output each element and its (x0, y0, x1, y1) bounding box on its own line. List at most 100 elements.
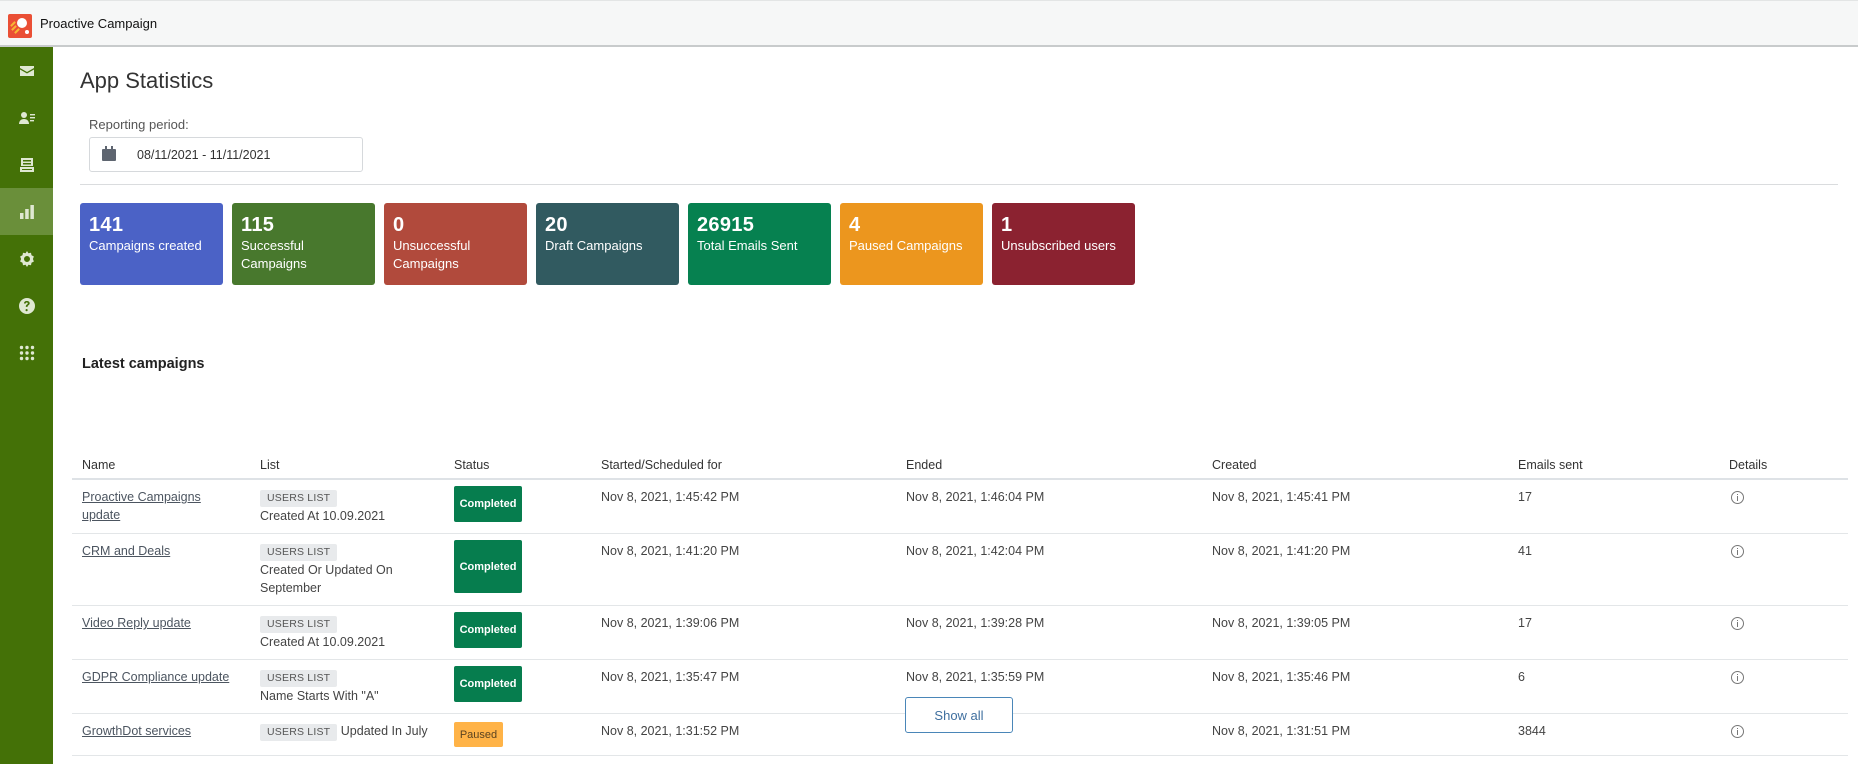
list-type-badge: USERS LIST (260, 490, 338, 507)
table-header-row: Name List Status Started/Scheduled for E… (72, 443, 1848, 480)
show-all-button[interactable]: Show all (905, 697, 1013, 733)
info-icon[interactable] (1731, 617, 1744, 630)
campaign-name-link[interactable]: Video Reply update (82, 616, 191, 630)
reporting-period-value: 08/11/2021 - 11/11/2021 (137, 148, 271, 162)
stat-label: Paused Campaigns (849, 238, 963, 253)
stat-value: 115 (241, 214, 275, 236)
status-badge: Completed (454, 666, 522, 702)
ended-cell: Nov 8, 2021, 1:39:28 PM (896, 605, 1202, 660)
sidebar-item-contacts[interactable] (0, 94, 53, 141)
divider (80, 184, 1838, 185)
created-cell: Nov 8, 2021, 1:41:20 PM (1202, 533, 1508, 606)
emails-sent-cell: 6 (1508, 659, 1719, 714)
list-description: Created Or Updated On September (260, 563, 393, 595)
emails-sent-cell: 41 (1508, 533, 1719, 606)
gear-icon (19, 250, 34, 267)
envelope-icon (19, 65, 34, 76)
emails-sent-cell: 17 (1508, 479, 1719, 534)
sidebar (0, 47, 53, 764)
campaign-name-link[interactable]: Proactive Campaigns update (82, 490, 201, 522)
latest-campaigns-title: Latest campaigns (82, 356, 205, 372)
list-type-badge: USERS LIST (260, 544, 338, 561)
table-row: Proactive Campaigns update USERS LIST Cre… (72, 479, 1848, 534)
column-header-name: Name (72, 443, 250, 480)
started-cell: Nov 8, 2021, 1:41:20 PM (591, 533, 896, 606)
status-badge: Completed (454, 612, 522, 648)
column-header-ended: Ended (896, 443, 1202, 480)
stat-value: 20 (545, 214, 568, 236)
status-badge: Completed (454, 540, 522, 593)
stat-label: Campaigns created (89, 238, 202, 253)
page-title: App Statistics (80, 68, 214, 93)
stat-label: Successful Campaigns (241, 238, 307, 271)
stat-value: 4 (849, 214, 861, 236)
stat-card[interactable]: 115 Successful Campaigns (232, 203, 375, 285)
app-title: Proactive Campaign (40, 16, 158, 31)
started-cell: Nov 8, 2021, 1:31:52 PM (591, 713, 896, 756)
reporting-period-picker[interactable]: 08/11/2021 - 11/11/2021 (89, 137, 363, 172)
user-list-icon (18, 111, 35, 124)
inbox-tray-icon (19, 157, 34, 172)
stat-card[interactable]: 1 Unsubscribed users (992, 203, 1135, 285)
campaign-name-link[interactable]: GrowthDot services (82, 724, 191, 738)
stat-value: 1 (1001, 214, 1013, 236)
table-row: CRM and Deals USERS LIST Created Or Updat… (72, 533, 1848, 606)
emails-sent-cell: 17 (1508, 605, 1719, 660)
info-icon[interactable] (1731, 671, 1744, 684)
stat-label: Unsuccessful Campaigns (393, 238, 471, 271)
column-header-details: Details (1719, 443, 1848, 480)
column-header-status: Status (444, 443, 591, 480)
sidebar-item-settings[interactable] (0, 235, 53, 282)
campaign-name-link[interactable]: CRM and Deals (82, 544, 170, 558)
column-header-started: Started/Scheduled for (591, 443, 896, 480)
sidebar-item-apps[interactable] (0, 329, 53, 376)
stat-label: Unsubscribed users (1001, 238, 1116, 253)
campaign-name-link[interactable]: GDPR Compliance update (82, 670, 229, 684)
started-cell: Nov 8, 2021, 1:35:47 PM (591, 659, 896, 714)
bar-chart-icon (19, 204, 34, 219)
started-cell: Nov 8, 2021, 1:45:42 PM (591, 479, 896, 534)
reporting-period-label: Reporting period: (89, 117, 189, 132)
sidebar-item-statistics[interactable] (0, 188, 53, 235)
question-icon (18, 297, 35, 314)
table-row: Video Reply update USERS LIST Created At … (72, 605, 1848, 660)
sidebar-item-help[interactable] (0, 282, 53, 329)
stat-value: 26915 (697, 214, 755, 236)
created-cell: Nov 8, 2021, 1:39:05 PM (1202, 605, 1508, 660)
column-header-emails-sent: Emails sent (1508, 443, 1719, 480)
stat-card[interactable]: 4 Paused Campaigns (840, 203, 983, 285)
created-cell: Nov 8, 2021, 1:31:51 PM (1202, 713, 1508, 756)
stat-label: Draft Campaigns (545, 238, 643, 253)
ended-cell: Nov 8, 2021, 1:42:04 PM (896, 533, 1202, 606)
list-type-badge: USERS LIST (260, 724, 338, 741)
stat-value: 0 (393, 214, 405, 236)
grid-icon (19, 345, 34, 360)
sidebar-item-campaigns[interactable] (0, 47, 53, 94)
created-cell: Nov 8, 2021, 1:45:41 PM (1202, 479, 1508, 534)
calendar-icon (102, 146, 116, 161)
status-badge: Completed (454, 486, 522, 522)
column-header-created: Created (1202, 443, 1508, 480)
started-cell: Nov 8, 2021, 1:39:06 PM (591, 605, 896, 660)
list-description: Created At 10.09.2021 (260, 509, 386, 523)
stat-card[interactable]: 0 Unsuccessful Campaigns (384, 203, 527, 285)
list-type-badge: USERS LIST (260, 670, 338, 687)
stat-value: 141 (89, 214, 124, 236)
top-bar: Proactive Campaign (0, 0, 1858, 47)
info-icon[interactable] (1731, 491, 1744, 504)
list-description: Name Starts With "A" (260, 689, 379, 703)
emails-sent-cell: 3844 (1508, 713, 1719, 756)
list-description: Updated In July (340, 724, 428, 738)
stat-card[interactable]: 141 Campaigns created (80, 203, 223, 285)
proactive-campaign-logo-icon (8, 14, 32, 38)
list-description: Created At 10.09.2021 (260, 635, 386, 649)
stat-label: Total Emails Sent (697, 238, 798, 253)
status-badge: Paused (454, 722, 503, 747)
column-header-list: List (250, 443, 444, 480)
main-content: App Statistics Reporting period: 08/11/2… (53, 47, 1858, 764)
info-icon[interactable] (1731, 545, 1744, 558)
stat-card[interactable]: 26915 Total Emails Sent (688, 203, 831, 285)
info-icon[interactable] (1731, 725, 1744, 738)
stat-card[interactable]: 20 Draft Campaigns (536, 203, 679, 285)
sidebar-item-templates[interactable] (0, 141, 53, 188)
